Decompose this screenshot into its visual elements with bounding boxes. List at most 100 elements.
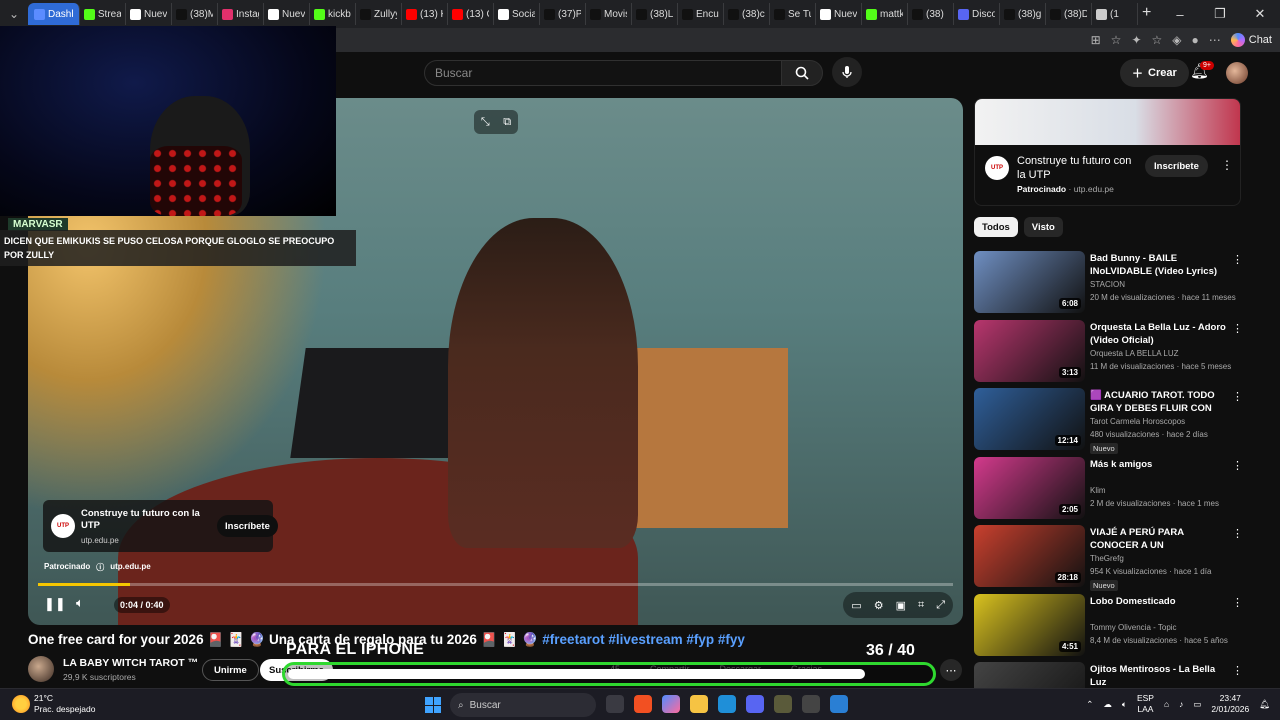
browser-tab[interactable]: (38)D (1046, 3, 1092, 25)
kebab-menu-icon[interactable]: ⋮ (1232, 527, 1243, 540)
shield-icon[interactable]: ◈ (1172, 33, 1181, 47)
create-button[interactable]: ＋ Crear (1120, 59, 1189, 87)
video-thumbnail[interactable]: 4:51 (974, 593, 1085, 656)
browser-tab[interactable]: Instagr (218, 3, 264, 25)
ad-subscribe-button[interactable]: Inscríbete (217, 515, 278, 537)
recommended-video[interactable]: 12:14 🟪 ACUARIO TAROT. TODO GIRA Y DEBES … (974, 388, 1244, 457)
favorites-icon[interactable]: ☆ (1152, 33, 1163, 47)
maximize-icon[interactable]: ❐ (1200, 6, 1240, 22)
browser-tab[interactable]: Nueva (264, 3, 310, 25)
browser-menu-icon[interactable]: ⋯ (1209, 33, 1221, 47)
sidebar-ad-subscribe-button[interactable]: Inscríbete (1145, 155, 1208, 177)
onedrive-icon[interactable]: ☁ (1103, 699, 1112, 710)
video-channel[interactable]: Tommy Olivencia - Topic (1090, 623, 1177, 632)
browser-tab[interactable]: Zullyy (356, 3, 402, 25)
video-title[interactable]: VIAJÉ A PERÚ PARA CONOCER A UN SUSCRIPTO… (1090, 526, 1226, 552)
video-channel[interactable]: Klim (1090, 486, 1106, 495)
browser-tab[interactable]: Sociali (494, 3, 540, 25)
volume-tray-icon[interactable]: 🔈︎ (1122, 699, 1127, 710)
info-icon[interactable]: ⓘ (96, 562, 104, 573)
network-icon[interactable]: ⌂ (1164, 699, 1169, 709)
more-actions-button[interactable]: ⋯ (940, 659, 962, 681)
video-thumbnail[interactable]: 2:05 (974, 456, 1085, 519)
settings-gear-icon[interactable]: ⚙ (874, 599, 884, 612)
browser-tab[interactable]: Nueva (126, 3, 172, 25)
browser-tab[interactable]: Encuer (678, 3, 724, 25)
recommended-video[interactable]: 4:51 Lobo Domesticado Tommy Olivencia - To… (974, 593, 1244, 663)
speaker-icon[interactable]: ♪ (1179, 699, 1183, 709)
language-indicator[interactable]: ESP LAA (1137, 693, 1154, 715)
join-button[interactable]: Unirme (202, 659, 259, 681)
sidebar-ad[interactable]: UTP Construye tu futuro con la UTP Patro… (974, 98, 1241, 206)
video-title[interactable]: 🟪 ACUARIO TAROT. TODO GIRA Y DEBES FLUIR… (1090, 389, 1226, 415)
browser-tab[interactable]: (37)Pa (540, 3, 586, 25)
obs-icon[interactable] (802, 695, 820, 713)
video-channel[interactable]: Tarot Carmela Horoscopos (1090, 417, 1185, 426)
task-view-icon[interactable] (606, 695, 624, 713)
kebab-menu-icon[interactable]: ⋮ (1232, 253, 1243, 266)
ad-overlay-card[interactable]: UTP Construye tu futuro con la UTP utp.e… (43, 500, 278, 552)
recommended-video[interactable]: 6:08 Bad Bunny - BAILE INoLVIDABLE (Video… (974, 251, 1244, 320)
browser-tab[interactable]: Se Tur (770, 3, 816, 25)
video-channel[interactable]: STACION (1090, 280, 1125, 289)
chip-visto[interactable]: Visto (1023, 217, 1063, 237)
video-title[interactable]: Bad Bunny - BAILE INoLVIDABLE (Video Lyr… (1090, 252, 1226, 278)
new-tab-plus-icon[interactable]: + (1142, 4, 1151, 22)
video-progress-bar[interactable] (38, 583, 953, 586)
channel-name[interactable]: LA BABY WITCH TAROT ™ (63, 657, 198, 669)
sponsored-url[interactable]: utp.edu.pe (110, 562, 150, 573)
taskbar-search[interactable]: ⌕ Buscar (450, 693, 596, 717)
install-app-icon[interactable]: ⊞ (1091, 33, 1101, 47)
exit-fullscreen-icon[interactable]: ⤡ (481, 116, 490, 129)
browser-tab[interactable]: (38)Mi (172, 3, 218, 25)
subtitles-icon[interactable]: ▭ (851, 599, 861, 612)
video-title[interactable]: Ojitos Mentirosos - La Bella Luz (1090, 663, 1226, 689)
photos-icon[interactable] (830, 695, 848, 713)
miniplayer-icon[interactable]: ⧉ (503, 116, 511, 129)
battery-icon[interactable]: ▭ (1193, 699, 1201, 710)
browser-tab[interactable]: (13) Ki (402, 3, 448, 25)
video-title[interactable]: Orquesta La Bella Luz - Adoro (Video Ofi… (1090, 321, 1226, 347)
browser-tab[interactable]: (13) Gi (448, 3, 494, 25)
browser-tab[interactable]: Nueva (816, 3, 862, 25)
video-thumbnail[interactable]: 3:13 (974, 319, 1085, 382)
close-window-icon[interactable]: ✕ (1240, 6, 1280, 22)
video-hashtags[interactable]: #freetarot #livestream #fyp #fyy (542, 632, 745, 647)
file-explorer-icon[interactable] (690, 695, 708, 713)
kebab-menu-icon[interactable]: ⋮ (1232, 664, 1243, 677)
browser-tab[interactable]: (38)ge (1000, 3, 1046, 25)
extensions-icon[interactable]: ✦ (1131, 33, 1141, 47)
store-icon[interactable] (634, 695, 652, 713)
discord-icon[interactable] (746, 695, 764, 713)
video-thumbnail[interactable]: 6:08 (974, 251, 1085, 313)
notification-center-icon[interactable]: 🔔︎ (1259, 699, 1270, 710)
browser-tab[interactable]: Discor (954, 3, 1000, 25)
video-title[interactable]: Más k amigos (1090, 458, 1226, 471)
search-input[interactable]: Buscar (424, 60, 782, 86)
cast-icon[interactable]: ⌗ (918, 599, 924, 612)
recommended-video[interactable]: 28:18 VIAJÉ A PERÚ PARA CONOCER A UN SUSC… (974, 525, 1244, 594)
voice-search-button[interactable] (832, 57, 862, 87)
channel-avatar[interactable] (28, 656, 54, 682)
video-thumbnail[interactable]: 12:14 (974, 388, 1085, 450)
browser-tab[interactable]: Movist (586, 3, 632, 25)
fullscreen-icon[interactable]: ⤢ (936, 599, 945, 612)
video-channel[interactable]: Orquesta LA BELLA LUZ (1090, 349, 1179, 358)
browser-tab[interactable]: Dashbo (28, 3, 80, 25)
browser-tab[interactable]: (38)co (724, 3, 770, 25)
browser-tab[interactable]: mattk (862, 3, 908, 25)
kebab-menu-icon[interactable]: ⋮ (1232, 459, 1243, 472)
account-avatar[interactable] (1226, 62, 1248, 84)
clock[interactable]: 23:47 2/01/2026 (1211, 693, 1249, 715)
tab-search-chevron-icon[interactable]: ⌄ (0, 0, 28, 28)
weather-widget[interactable]: 21°C Prac. despejado (12, 693, 95, 715)
pause-icon[interactable]: ❚❚ (44, 596, 66, 612)
theater-mode-icon[interactable]: ▣ (896, 599, 906, 612)
video-title[interactable]: Lobo Domesticado (1090, 595, 1226, 608)
copilot-chat-button[interactable]: Chat (1230, 33, 1272, 47)
kebab-menu-icon[interactable]: ⋮ (1232, 390, 1243, 403)
copilot-app-icon[interactable] (662, 695, 680, 713)
browser-tab[interactable]: (1 (1092, 3, 1138, 25)
minimize-icon[interactable]: – (1160, 7, 1200, 22)
bookmark-star-icon[interactable]: ☆ (1111, 33, 1122, 47)
